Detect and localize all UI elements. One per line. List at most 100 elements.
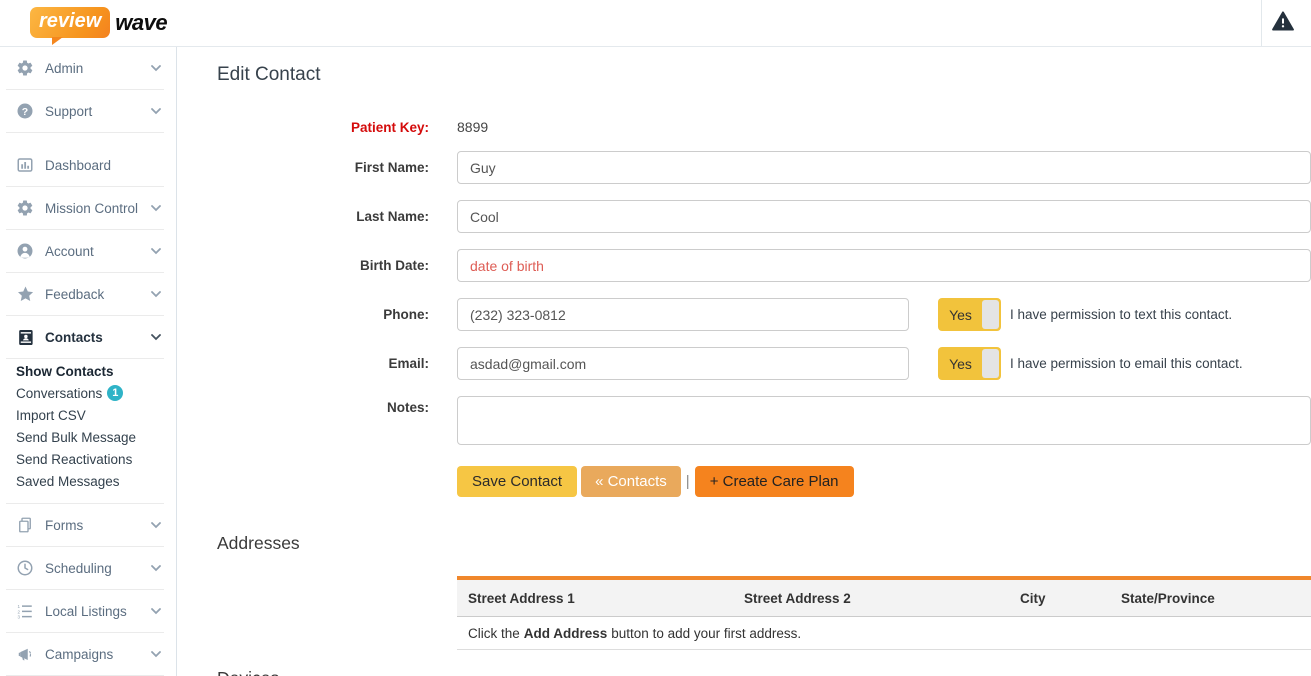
first-name-row: First Name: [217, 151, 1311, 184]
clock-icon [14, 559, 36, 577]
sidebar-item-label: Contacts [45, 329, 103, 345]
gear-icon [14, 199, 36, 217]
submenu-show-contacts[interactable]: Show Contacts [16, 361, 164, 383]
chevron-down-icon [150, 204, 162, 212]
logo-wave-text: wave [115, 9, 168, 35]
submenu-send-reactivations[interactable]: Send Reactivations [16, 449, 164, 471]
col-city: City [1020, 590, 1046, 606]
sidebar-item-label: Local Listings [45, 603, 127, 619]
svg-text:3: 3 [18, 615, 21, 620]
sidebar-item-account[interactable]: Account [6, 230, 164, 273]
back-to-contacts-button[interactable]: « Contacts [581, 466, 681, 497]
chevron-down-icon [150, 521, 162, 529]
text-permission-text: I have permission to text this contact. [1010, 307, 1233, 322]
patient-key-value: 8899 [457, 119, 489, 135]
sidebar-item-admin[interactable]: Admin [6, 47, 164, 90]
submenu-send-bulk-message[interactable]: Send Bulk Message [16, 427, 164, 449]
sidebar-item-label: Forms [45, 517, 84, 533]
conversations-count-badge: 1 [107, 385, 124, 401]
addresses-table-header: Street Address 1 Street Address 2 City S… [457, 580, 1311, 617]
pages-icon [14, 516, 36, 534]
addresses-table: Street Address 1 Street Address 2 City S… [457, 576, 1311, 650]
notes-label: Notes: [386, 400, 429, 415]
create-care-plan-button[interactable]: + Create Care Plan [694, 466, 854, 497]
email-field[interactable] [457, 347, 909, 380]
save-contact-button[interactable]: Save Contact [457, 466, 578, 497]
birth-date-field[interactable] [457, 249, 1311, 282]
submenu-saved-messages[interactable]: Saved Messages [16, 471, 164, 493]
contact-card-icon [14, 328, 36, 347]
svg-text:2: 2 [18, 609, 21, 614]
sidebar-item-label: Account [45, 243, 94, 259]
patient-key-row: Patient Key: 8899 [217, 117, 1311, 137]
sidebar-item-campaigns[interactable]: Campaigns [6, 633, 164, 676]
first-name-label: First Name: [354, 160, 429, 175]
svg-text:?: ? [22, 106, 28, 118]
sidebar-item-label: Admin [45, 60, 84, 76]
phone-field[interactable] [457, 298, 909, 331]
phone-row: Phone: Yes I have permission to text thi… [217, 298, 1311, 331]
addresses-title: Addresses [217, 533, 300, 553]
sidebar-item-label: Mission Control [45, 200, 139, 216]
sidebar-item-label: Feedback [45, 286, 105, 302]
star-icon [14, 285, 36, 303]
toggle-knob [982, 300, 999, 329]
header-divider [1261, 0, 1262, 46]
birth-date-label: Birth Date: [359, 258, 429, 273]
devices-title: Devices [217, 668, 1311, 676]
phone-label: Phone: [383, 307, 429, 322]
sidebar-item-scheduling[interactable]: Scheduling [6, 547, 164, 590]
last-name-row: Last Name: [217, 200, 1311, 233]
chevron-down-icon [150, 607, 162, 615]
sidebar-item-label: Support [45, 103, 93, 119]
last-name-label: Last Name: [356, 209, 429, 224]
main-content: Edit Contact Patient Key: 8899 First Nam… [178, 47, 1311, 676]
gear-icon [14, 59, 36, 77]
question-icon: ? [14, 102, 36, 120]
alert-warning-button[interactable] [1263, 0, 1303, 46]
chevron-down-icon [150, 247, 162, 255]
sidebar-item-forms[interactable]: Forms [6, 504, 164, 547]
sidebar-item-label: Scheduling [45, 560, 112, 576]
edit-contact-form: Patient Key: 8899 First Name: Last Name:… [217, 117, 1311, 497]
sidebar-item-contacts[interactable]: Contacts [6, 316, 164, 359]
patient-key-label: Patient Key: [350, 119, 429, 135]
last-name-field[interactable] [457, 200, 1311, 233]
sidebar-item-mission-control[interactable]: Mission Control [6, 187, 164, 230]
sidebar-item-support[interactable]: ? Support [6, 90, 164, 133]
email-label: Email: [388, 356, 429, 371]
submenu-conversations[interactable]: Conversations 1 [16, 383, 164, 405]
email-row: Email: Yes I have permission to email th… [217, 347, 1311, 380]
first-name-field[interactable] [457, 151, 1311, 184]
submenu-import-csv[interactable]: Import CSV [16, 405, 164, 427]
sidebar-item-dashboard[interactable]: Dashboard [6, 144, 164, 187]
bar-chart-icon [14, 156, 36, 174]
sidebar-item-feedback[interactable]: Feedback [6, 273, 164, 316]
notes-field[interactable] [457, 396, 1311, 445]
page-title: Edit Contact [217, 64, 321, 85]
button-separator: | [685, 473, 690, 490]
person-icon [14, 242, 36, 260]
col-street-address-2: Street Address 2 [744, 590, 851, 606]
chevron-down-icon [150, 64, 162, 72]
chevron-down-icon [150, 650, 162, 658]
reviewwave-logo[interactable]: review wave [30, 7, 168, 45]
sidebar-item-local-listings[interactable]: 123 Local Listings [6, 590, 164, 633]
megaphone-icon [14, 645, 36, 663]
warning-triangle-icon [1272, 10, 1294, 36]
email-permission-text: I have permission to email this contact. [1010, 356, 1243, 371]
chevron-down-icon [150, 107, 162, 115]
chevron-down-icon [150, 290, 162, 298]
addresses-empty-row: Click the Add Address button to add your… [457, 617, 1311, 650]
sidebar-item-label: Dashboard [45, 157, 112, 173]
sidebar-nav: Admin ? Support Dashboard Mission Contro… [0, 47, 177, 676]
email-permission-toggle[interactable]: Yes [938, 347, 1001, 380]
text-permission-toggle[interactable]: Yes [938, 298, 1001, 331]
add-address-ref: Add Address [523, 625, 608, 641]
birth-date-row: Birth Date: [217, 249, 1311, 282]
notes-row: Notes: [217, 396, 1311, 445]
form-buttons: Save Contact « Contacts | + Create Care … [457, 466, 1311, 497]
app-window: review wave Admin ? Support Dashboard Mi… [0, 0, 1311, 676]
toggle-knob [982, 349, 999, 378]
logo-review-bubble: review [30, 7, 111, 45]
